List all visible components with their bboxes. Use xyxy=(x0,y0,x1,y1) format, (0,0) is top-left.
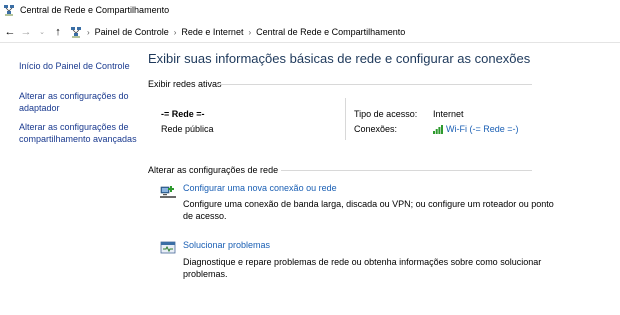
network-divider xyxy=(345,98,346,140)
chevron-down-icon[interactable]: ⌄ xyxy=(36,26,48,38)
section-divider xyxy=(218,84,532,85)
troubleshoot-description: Diagnostique e repare problemas de rede … xyxy=(183,257,542,279)
network-center-icon xyxy=(71,27,81,38)
title-bar: Central de Rede e Compartilhamento xyxy=(0,0,620,20)
forward-arrow-icon[interactable]: → xyxy=(20,26,32,38)
back-arrow-icon[interactable]: ← xyxy=(4,26,16,38)
troubleshoot-icon xyxy=(160,241,176,254)
breadcrumb-item[interactable]: Central de Rede e Compartilhamento xyxy=(256,27,405,37)
section-heading-change-settings: Alterar as configurações de rede xyxy=(148,165,279,175)
window-title: Central de Rede e Compartilhamento xyxy=(20,5,170,15)
access-type-label: Tipo de acesso: xyxy=(354,109,418,119)
up-arrow-icon[interactable]: ↑ xyxy=(52,26,64,38)
new-connection-icon xyxy=(160,186,176,198)
address-bar: ← → ⌄ ↑ › Painel de Controle › Rede e In… xyxy=(0,22,620,42)
breadcrumb-separator[interactable]: › xyxy=(87,28,90,37)
breadcrumb-item[interactable]: Painel de Controle xyxy=(95,27,169,37)
sidebar-item-sharing-settings[interactable]: Alterar as configurações de compartilham… xyxy=(19,121,137,145)
wifi-signal-icon xyxy=(433,124,443,134)
section-divider xyxy=(281,170,532,171)
setup-connection-description: Configure uma conexão de banda larga, di… xyxy=(183,199,554,221)
network-center-icon xyxy=(4,5,14,16)
page-title: Exibir suas informações básicas de rede … xyxy=(148,51,531,66)
connection-entry: Wi-Fi (-= Rede =-) xyxy=(433,124,519,134)
sidebar xyxy=(0,43,135,315)
network-name: -= Rede =- xyxy=(161,109,205,119)
sidebar-item-control-panel-home[interactable]: Início do Painel de Controle xyxy=(19,60,130,72)
breadcrumb-separator[interactable]: › xyxy=(174,28,177,37)
setup-connection-link[interactable]: Configurar uma nova conexão ou rede xyxy=(183,183,337,193)
sidebar-item-adapter-settings[interactable]: Alterar as configurações do adaptador xyxy=(19,90,129,114)
access-type-value: Internet xyxy=(433,109,464,119)
breadcrumb-separator[interactable]: › xyxy=(248,28,251,37)
breadcrumb-item[interactable]: Rede e Internet xyxy=(181,27,243,37)
wifi-connection-link[interactable]: Wi-Fi (-= Rede =-) xyxy=(446,124,519,134)
connections-label: Conexões: xyxy=(354,124,398,134)
troubleshoot-link[interactable]: Solucionar problemas xyxy=(183,240,270,250)
section-heading-active-networks: Exibir redes ativas xyxy=(148,79,222,89)
network-type[interactable]: Rede pública xyxy=(161,124,214,134)
